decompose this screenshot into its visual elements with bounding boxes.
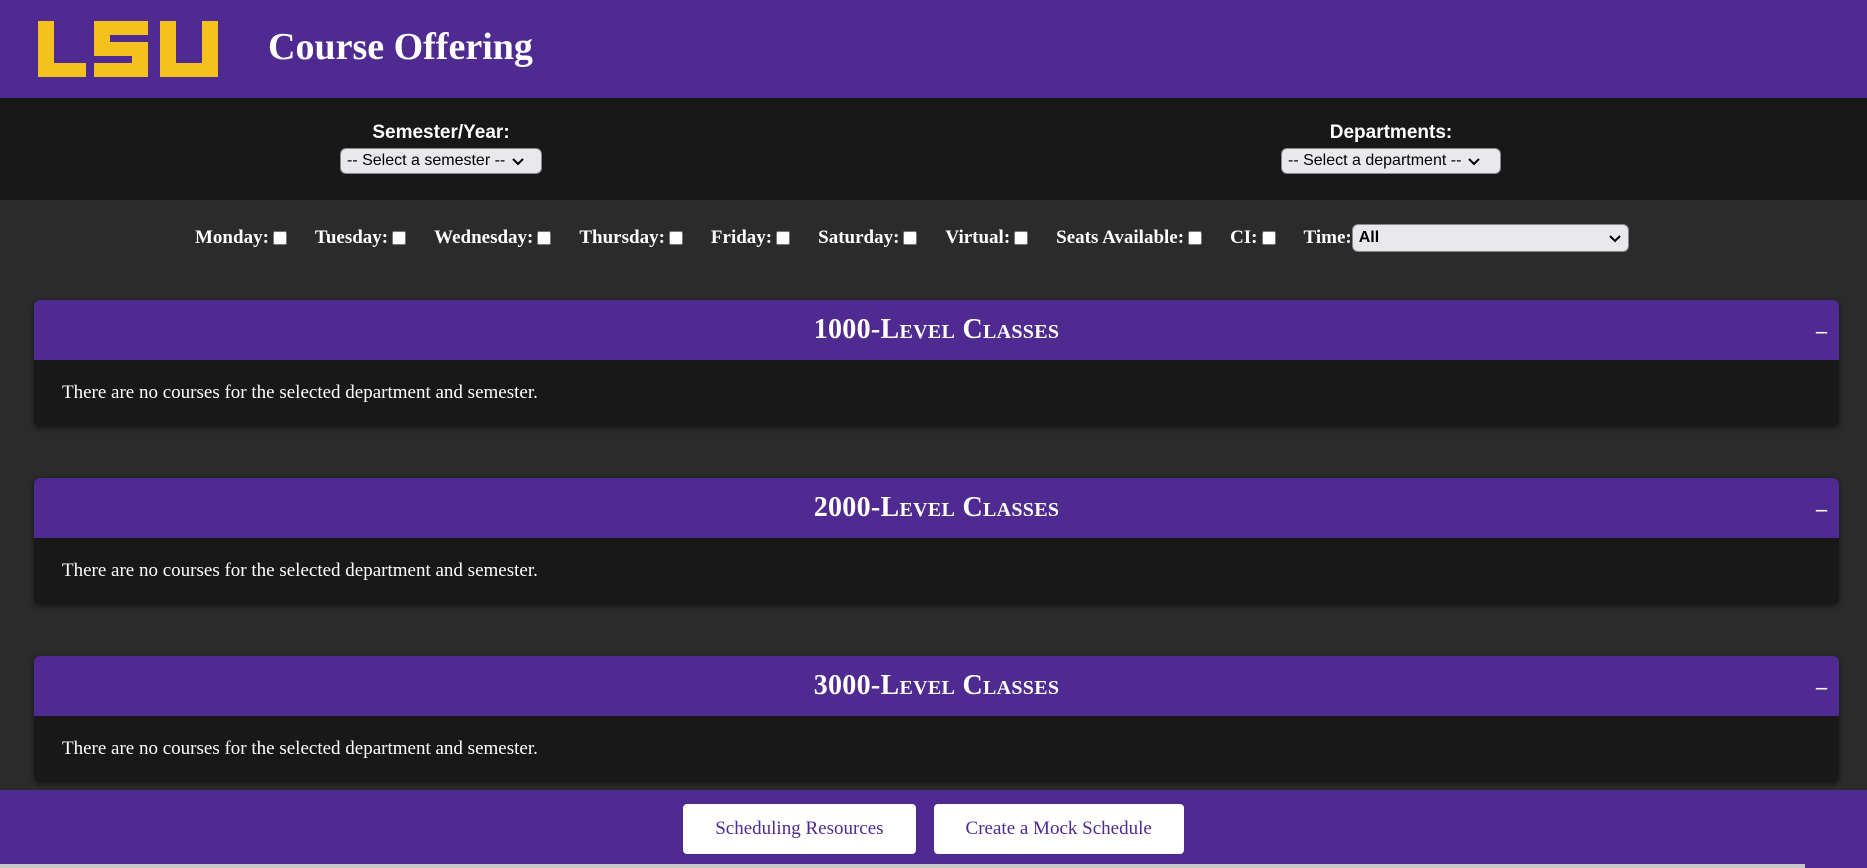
section-2000-level: 2000-Level Classes – There are no course…	[34, 478, 1839, 604]
section-header[interactable]: 1000-Level Classes –	[34, 300, 1839, 360]
create-mock-schedule-button[interactable]: Create a Mock Schedule	[933, 804, 1184, 854]
department-select-value: -- Select a department --	[1288, 152, 1462, 169]
section-header[interactable]: 2000-Level Classes –	[34, 478, 1839, 538]
chevron-down-icon	[1468, 158, 1481, 166]
empty-message: There are no courses for the selected de…	[62, 382, 538, 403]
filter-virtual-label: Virtual:	[945, 227, 1011, 248]
filter-friday-label: Friday:	[710, 227, 773, 248]
filter-thursday-label: Thursday:	[579, 227, 665, 248]
filter-bar: Monday: Tuesday: Wednesday: Thursday: Fr…	[195, 224, 1629, 252]
section-3000-level: 3000-Level Classes – There are no course…	[34, 656, 1839, 782]
section-header[interactable]: 3000-Level Classes –	[34, 656, 1839, 716]
filter-saturday-label: Saturday:	[818, 227, 900, 248]
ci-checkbox[interactable]	[1261, 231, 1276, 245]
horizontal-scrollbar[interactable]	[0, 864, 1805, 868]
lsu-logo[interactable]	[36, 19, 220, 79]
site-header: Course Offering	[0, 0, 1867, 98]
scheduling-resources-button[interactable]: Scheduling Resources	[683, 804, 916, 854]
semester-group: Semester/Year: -- Select a semester --	[340, 122, 542, 174]
department-group: Departments: -- Select a department --	[1281, 122, 1501, 174]
saturday-checkbox[interactable]	[903, 231, 918, 245]
section-title: 1000-Level Classes	[813, 314, 1060, 345]
filter-wednesday-label: Wednesday:	[434, 227, 534, 248]
section-body: There are no courses for the selected de…	[34, 538, 1839, 604]
filter-ci-label: CI:	[1230, 227, 1258, 248]
filter-friday: Friday:	[710, 227, 791, 249]
collapse-toggle[interactable]: –	[1816, 318, 1827, 344]
department-label: Departments:	[1329, 122, 1453, 143]
semester-select[interactable]: -- Select a semester --	[340, 148, 542, 174]
filter-seats-label: Seats Available:	[1056, 227, 1185, 248]
chevron-down-icon	[512, 158, 524, 166]
section-title: 2000-Level Classes	[813, 492, 1060, 523]
filter-time: Time: All	[1304, 224, 1629, 252]
page-title: Course Offering	[268, 26, 533, 68]
filter-virtual: Virtual:	[945, 227, 1029, 249]
filter-tuesday: Tuesday:	[314, 227, 407, 249]
semester-label: Semester/Year:	[372, 122, 510, 143]
filter-monday-label: Monday:	[195, 227, 269, 248]
monday-checkbox[interactable]	[272, 231, 287, 245]
section-1000-level: 1000-Level Classes – There are no course…	[34, 300, 1839, 426]
selector-bar: Semester/Year: -- Select a semester -- D…	[0, 98, 1867, 200]
collapse-toggle[interactable]: –	[1816, 674, 1827, 700]
seats-available-checkbox[interactable]	[1188, 231, 1203, 245]
friday-checkbox[interactable]	[776, 231, 791, 245]
empty-message: There are no courses for the selected de…	[62, 560, 538, 581]
time-select-value: All	[1358, 229, 1380, 246]
filter-thursday: Thursday:	[579, 227, 683, 249]
filter-saturday: Saturday:	[818, 227, 918, 249]
filter-monday: Monday:	[195, 227, 287, 249]
thursday-checkbox[interactable]	[668, 231, 683, 245]
time-select[interactable]: All	[1351, 224, 1629, 252]
section-title: 3000-Level Classes	[813, 670, 1060, 701]
section-body: There are no courses for the selected de…	[34, 360, 1839, 426]
footer-bar: Scheduling Resources Create a Mock Sched…	[0, 790, 1867, 868]
tuesday-checkbox[interactable]	[392, 231, 407, 245]
department-select[interactable]: -- Select a department --	[1281, 148, 1501, 174]
empty-message: There are no courses for the selected de…	[62, 738, 538, 759]
chevron-down-icon	[1609, 235, 1621, 243]
semester-select-value: -- Select a semester --	[347, 152, 506, 169]
collapse-toggle[interactable]: –	[1816, 496, 1827, 522]
section-body: There are no courses for the selected de…	[34, 716, 1839, 782]
virtual-checkbox[interactable]	[1014, 231, 1029, 245]
filter-seats: Seats Available:	[1056, 227, 1203, 249]
filter-wednesday: Wednesday:	[434, 227, 552, 249]
filter-ci: CI:	[1230, 227, 1276, 249]
filter-tuesday-label: Tuesday:	[314, 227, 389, 248]
filter-time-label: Time:	[1303, 227, 1352, 248]
wednesday-checkbox[interactable]	[537, 231, 552, 245]
